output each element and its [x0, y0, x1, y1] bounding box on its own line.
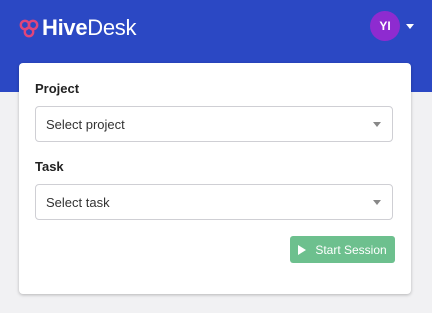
logo-text: HiveDesk — [42, 15, 137, 41]
hive-logo-icon — [19, 19, 39, 38]
task-label: Task — [35, 159, 64, 174]
project-select-value: Select project — [46, 117, 125, 132]
start-session-label: Start Session — [315, 242, 387, 257]
task-select-value: Select task — [46, 195, 110, 210]
task-select[interactable]: Select task — [35, 184, 393, 220]
hivedesk-logo: HiveDesk — [18, 14, 137, 42]
project-select[interactable]: Select project — [35, 106, 393, 142]
user-menu[interactable]: YI — [370, 10, 414, 42]
chevron-down-icon[interactable] — [406, 23, 414, 29]
avatar[interactable]: YI — [370, 11, 400, 41]
logo-text-desk: Desk — [87, 15, 137, 40]
session-card: Project Select project Task Select task … — [19, 63, 411, 294]
play-icon — [298, 244, 307, 255]
logo-text-hive: Hive — [42, 15, 88, 40]
project-label: Project — [35, 81, 80, 96]
caret-down-icon — [373, 122, 381, 127]
start-session-button[interactable]: Start Session — [290, 236, 395, 263]
caret-down-icon — [373, 200, 381, 205]
